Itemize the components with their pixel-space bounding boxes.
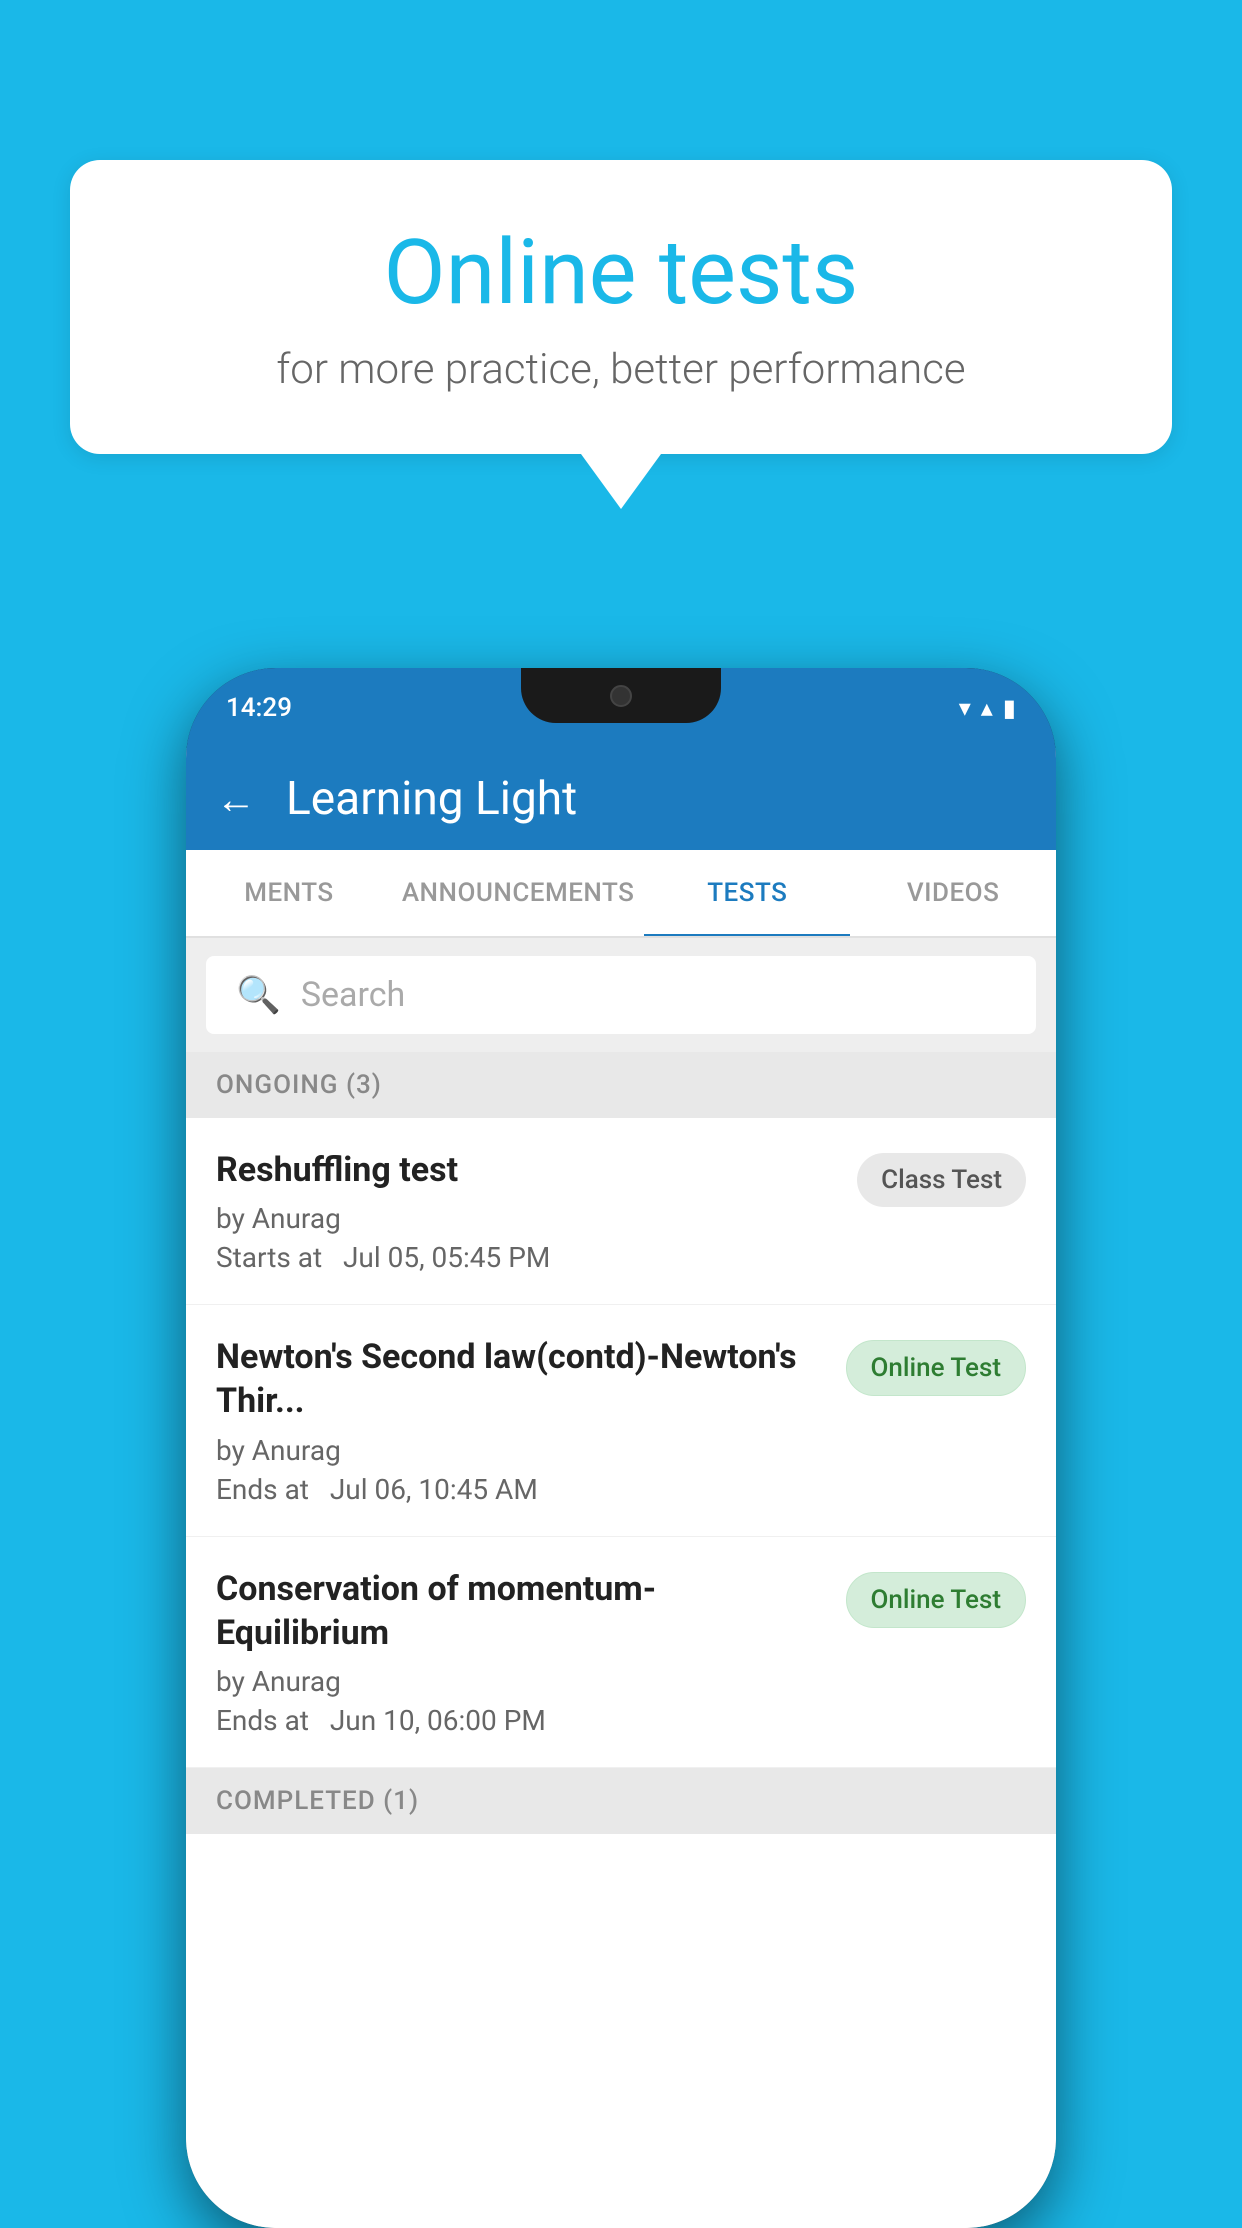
tab-tests[interactable]: TESTS [644,850,850,936]
test-time-label: Ends at [216,1473,309,1506]
test-badge-online-2: Online Test [846,1572,1027,1628]
completed-section-header: COMPLETED (1) [186,1768,1056,1834]
tab-ments[interactable]: MENTS [186,850,392,936]
test-time: Ends at Jul 06, 10:45 AM [216,1473,826,1506]
status-bar: 14:29 ▾ ▴ ▮ [186,668,1056,748]
app-header: ← Learning Light [186,748,1056,850]
test-time: Starts at Jul 05, 05:45 PM [216,1241,837,1274]
phone-camera [610,685,632,707]
app-title: Learning Light [286,772,577,826]
test-author: by Anurag [216,1202,837,1235]
test-author: by Anurag [216,1434,826,1467]
test-time-value: Jun 10, 06:00 PM [330,1704,546,1737]
search-icon: 🔍 [236,974,281,1016]
search-container: 🔍 Search [186,938,1056,1052]
test-name: Reshuffling test [216,1148,837,1192]
speech-bubble-arrow [581,454,661,509]
test-info: Newton's Second law(contd)-Newton's Thir… [216,1335,826,1505]
search-bar[interactable]: 🔍 Search [206,956,1036,1034]
test-info: Conservation of momentum-Equilibrium by … [216,1567,826,1737]
phone-frame: 14:29 ▾ ▴ ▮ ← Learning Light MENTS ANNOU… [186,668,1056,2228]
test-name: Newton's Second law(contd)-Newton's Thir… [216,1335,826,1423]
status-time: 14:29 [226,693,292,723]
test-author: by Anurag [216,1665,826,1698]
back-arrow-icon[interactable]: ← [216,776,256,823]
test-time-label: Ends at [216,1704,309,1737]
signal-icon: ▴ [981,694,993,722]
phone-notch [521,668,721,723]
battery-icon: ▮ [1003,694,1016,722]
test-item[interactable]: Newton's Second law(contd)-Newton's Thir… [186,1305,1056,1536]
tab-announcements[interactable]: ANNOUNCEMENTS [392,850,645,936]
tabs-container: MENTS ANNOUNCEMENTS TESTS VIDEOS [186,850,1056,938]
speech-bubble: Online tests for more practice, better p… [70,160,1172,454]
ongoing-section-header: ONGOING (3) [186,1052,1056,1118]
test-badge-class: Class Test [857,1153,1026,1207]
phone-screen: ← Learning Light MENTS ANNOUNCEMENTS TES… [186,748,1056,2228]
test-item[interactable]: Reshuffling test by Anurag Starts at Jul… [186,1118,1056,1305]
test-list: Reshuffling test by Anurag Starts at Jul… [186,1118,1056,2228]
tab-videos[interactable]: VIDEOS [850,850,1056,936]
wifi-icon: ▾ [959,694,971,722]
test-badge-online: Online Test [846,1340,1027,1396]
speech-bubble-container: Online tests for more practice, better p… [70,160,1172,509]
status-icons: ▾ ▴ ▮ [959,694,1016,722]
search-placeholder: Search [301,975,405,1015]
test-info: Reshuffling test by Anurag Starts at Jul… [216,1148,837,1274]
test-time: Ends at Jun 10, 06:00 PM [216,1704,826,1737]
test-name: Conservation of momentum-Equilibrium [216,1567,826,1655]
bubble-title: Online tests [150,220,1092,325]
bubble-subtitle: for more practice, better performance [150,345,1092,394]
test-time-value: Jul 05, 05:45 PM [343,1241,550,1274]
test-item[interactable]: Conservation of momentum-Equilibrium by … [186,1537,1056,1768]
test-time-value: Jul 06, 10:45 AM [330,1473,538,1506]
test-time-label: Starts at [216,1241,322,1274]
